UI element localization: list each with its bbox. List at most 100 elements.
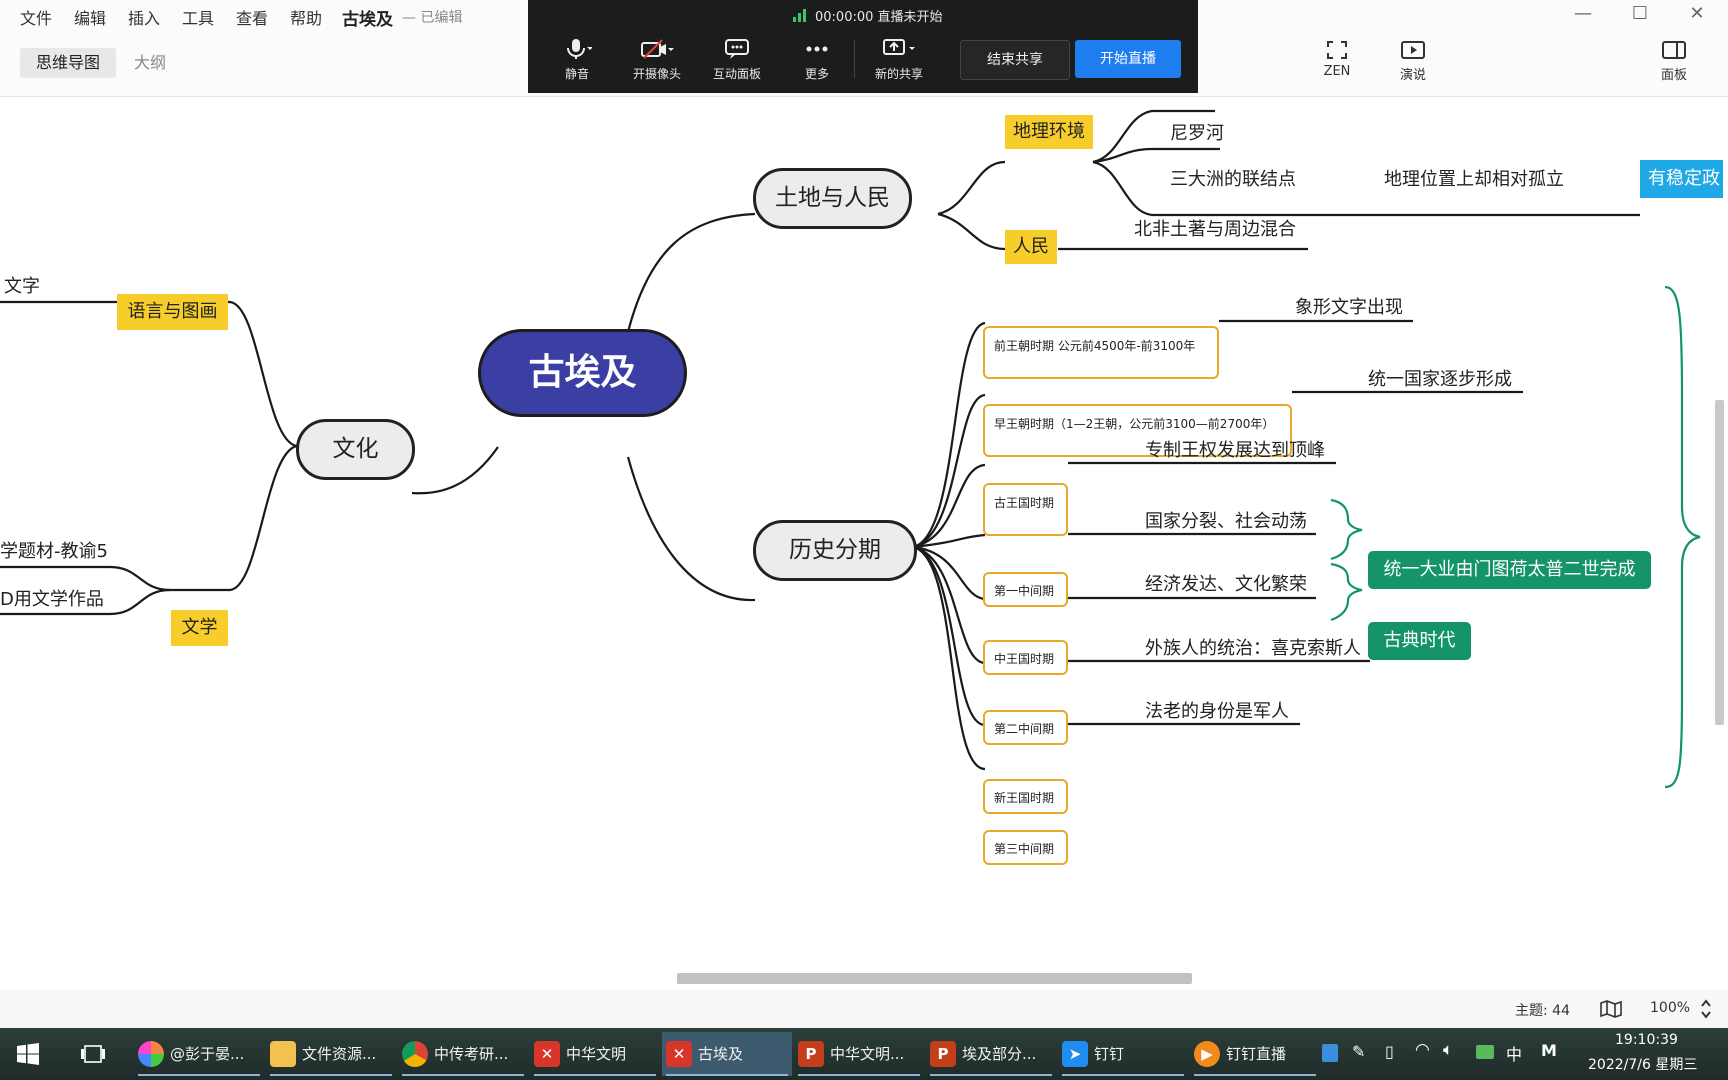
- mindmap-canvas[interactable]: 古埃及 土地与人民 历史分期 文化 地理环境 尼罗河 三大洲的联结点 地理位置上…: [0, 97, 1728, 970]
- period-middle-kingdom[interactable]: 中王国时期: [983, 640, 1068, 675]
- app-icon: [138, 1041, 164, 1067]
- zoom-stepper-icon[interactable]: [1700, 998, 1712, 1020]
- more-button[interactable]: 更多: [784, 38, 850, 82]
- subtopic-people[interactable]: 人民: [1005, 230, 1057, 264]
- end-share-button[interactable]: 结束共享: [960, 40, 1070, 80]
- powerpoint-icon: P: [798, 1041, 824, 1067]
- task-indicator: [930, 1074, 1052, 1076]
- task-indicator: [666, 1074, 788, 1076]
- task-label: 文件资源...: [302, 1045, 377, 1063]
- present-button[interactable]: 演说: [1383, 40, 1443, 83]
- menu-insert[interactable]: 插入: [128, 5, 160, 29]
- menu-help[interactable]: 帮助: [290, 5, 322, 29]
- subtopic-literature[interactable]: 文学: [171, 610, 228, 646]
- start-live-button[interactable]: 开始直播: [1075, 40, 1181, 78]
- leaf-isolation[interactable]: 地理位置上却相对孤立: [1384, 165, 1564, 191]
- period-first-intermediate[interactable]: 第一中间期: [983, 572, 1068, 607]
- map-icon[interactable]: [1600, 1000, 1622, 1018]
- close-icon[interactable]: ✕: [1682, 3, 1712, 24]
- period-predynastic[interactable]: 前王朝时期 公元前4500年-前3100年: [983, 326, 1219, 379]
- subtopic-stability[interactable]: 有稳定政: [1640, 160, 1723, 198]
- ime-indicator[interactable]: 中: [1506, 1041, 1522, 1065]
- tab-outline[interactable]: 大纲: [118, 48, 182, 78]
- volume-icon[interactable]: 🔈︎: [1443, 1040, 1453, 1060]
- usb-icon[interactable]: ▯: [1385, 1042, 1394, 1061]
- topic-periods[interactable]: 历史分期: [753, 520, 917, 581]
- tray-app-icon[interactable]: [1322, 1044, 1338, 1062]
- more-label: 更多: [804, 67, 829, 81]
- menu-edit[interactable]: 编辑: [74, 5, 106, 29]
- task-indicator: [1194, 1074, 1316, 1076]
- task-item[interactable]: ✕ 中华文明: [530, 1032, 660, 1076]
- period-middle-kingdom-desc[interactable]: 经济发达、文化繁荣: [1145, 570, 1307, 596]
- maximize-icon[interactable]: ☐: [1625, 3, 1655, 24]
- document-title: 古埃及: [342, 10, 393, 30]
- period-new-kingdom-desc[interactable]: 法老的身份是军人: [1145, 697, 1289, 723]
- period-new-kingdom[interactable]: 新王国时期: [983, 779, 1068, 814]
- task-item[interactable]: P 埃及部分...: [926, 1032, 1056, 1076]
- zen-button[interactable]: ZEN: [1307, 40, 1367, 79]
- leaf-people-origin[interactable]: 北非土著与周边混合: [1134, 215, 1296, 241]
- note-unification[interactable]: 统一大业由门图荷太普二世完成: [1368, 551, 1651, 589]
- task-label: 中华文明: [566, 1045, 627, 1063]
- period-second-intermediate[interactable]: 第二中间期: [983, 710, 1068, 745]
- task-item[interactable]: P 中华文明...: [794, 1032, 924, 1076]
- task-view-icon[interactable]: [80, 1043, 106, 1065]
- panel-icon: [1662, 41, 1686, 59]
- nvidia-icon[interactable]: [1476, 1045, 1494, 1059]
- clock-time[interactable]: 19:10:39: [1615, 1032, 1678, 1048]
- leaf-literature-genre[interactable]: 学题材-教谕5: [0, 537, 108, 563]
- period-first-intermediate-desc[interactable]: 国家分裂、社会动荡: [1145, 507, 1307, 533]
- period-third-intermediate[interactable]: 第三中间期: [983, 830, 1068, 865]
- subtopic-language-art[interactable]: 语言与图画: [117, 294, 228, 330]
- interact-panel-button[interactable]: 互动面板: [704, 38, 770, 82]
- minimize-icon[interactable]: —: [1568, 3, 1598, 24]
- clock-date[interactable]: 2022/7/6 星期三: [1588, 1054, 1697, 1074]
- task-item[interactable]: ➤ 钉钉: [1058, 1032, 1188, 1076]
- camera-label: 开摄像头: [632, 67, 681, 81]
- leaf-literature-works[interactable]: D用文学作品: [0, 585, 104, 611]
- zoom-level[interactable]: 100%: [1650, 1000, 1690, 1016]
- mute-label: 静音: [564, 67, 589, 81]
- leaf-writing[interactable]: 文字: [4, 272, 40, 298]
- period-predynastic-desc[interactable]: 象形文字出现: [1295, 293, 1403, 319]
- topic-count: 主题: 44: [1515, 1003, 1570, 1019]
- period-early-dynastic-desc[interactable]: 统一国家逐步形成: [1368, 365, 1512, 391]
- topic-culture[interactable]: 文化: [296, 419, 415, 480]
- menu-file[interactable]: 文件: [20, 5, 52, 29]
- windows-start-icon[interactable]: [16, 1042, 40, 1066]
- powerpoint-icon: P: [930, 1041, 956, 1067]
- task-label: 埃及部分...: [962, 1045, 1037, 1063]
- period-old-kingdom[interactable]: 古王国时期: [983, 483, 1068, 536]
- topic-land-people[interactable]: 土地与人民: [753, 168, 912, 229]
- period-old-kingdom-desc[interactable]: 专制王权发展达到顶峰: [1145, 436, 1325, 462]
- leaf-three-continents[interactable]: 三大洲的联结点: [1170, 165, 1296, 191]
- camera-button[interactable]: 开摄像头: [624, 38, 690, 82]
- ime-mode-icon[interactable]: M: [1541, 1041, 1557, 1060]
- chrome-icon: [402, 1041, 428, 1067]
- period-second-intermediate-desc[interactable]: 外族人的统治：喜克索斯人: [1145, 634, 1361, 660]
- new-share-button[interactable]: 新的共享: [866, 38, 932, 82]
- menu-view[interactable]: 查看: [236, 5, 268, 29]
- menu-tools[interactable]: 工具: [182, 5, 214, 29]
- root-topic[interactable]: 古埃及: [478, 329, 687, 417]
- wifi-icon[interactable]: ◠: [1415, 1040, 1430, 1060]
- task-item[interactable]: @彭于晏...: [134, 1032, 264, 1076]
- horizontal-scrollbar[interactable]: [677, 973, 1192, 984]
- panel-button[interactable]: 面板: [1644, 40, 1704, 83]
- tab-mindmap[interactable]: 思维导图: [20, 48, 117, 78]
- leaf-nile[interactable]: 尼罗河: [1170, 119, 1224, 145]
- task-item[interactable]: 中传考研...: [398, 1032, 528, 1076]
- subtopic-geography[interactable]: 地理环境: [1005, 115, 1093, 149]
- vertical-scrollbar[interactable]: [1715, 400, 1724, 725]
- fullscreen-icon: [1327, 41, 1347, 59]
- task-item-active[interactable]: ✕ 古埃及: [662, 1032, 792, 1076]
- mute-button[interactable]: 静音: [544, 38, 610, 82]
- note-classical-age[interactable]: 古典时代: [1368, 622, 1471, 660]
- task-item[interactable]: 文件资源...: [266, 1032, 396, 1076]
- pen-icon[interactable]: ✎: [1352, 1042, 1365, 1061]
- task-item[interactable]: ▶ 钉钉直播: [1190, 1032, 1320, 1076]
- camera-off-icon: [641, 39, 674, 59]
- task-indicator: [798, 1074, 920, 1076]
- task-label: @彭于晏...: [170, 1045, 245, 1063]
